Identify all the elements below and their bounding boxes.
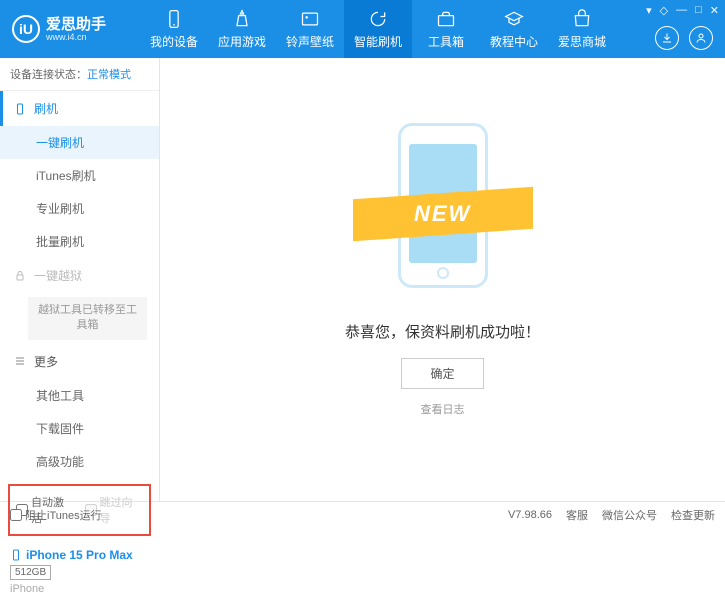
logo: iU 爱思助手 www.i4.cn [0,15,140,43]
sidebar-itunes-flash[interactable]: iTunes刷机 [0,159,159,192]
refresh-icon [367,8,389,30]
device-capacity: 512GB [10,565,51,580]
minimize-icon[interactable]: — [676,4,687,17]
nav-ringtones[interactable]: 铃声壁纸 [276,0,344,58]
skin-icon[interactable]: ◇ [660,4,668,17]
nav-my-device[interactable]: 我的设备 [140,0,208,58]
menu-icon[interactable]: ▾ [646,4,652,17]
main-content: NEW 恭喜您，保资料刷机成功啦！ 确定 查看日志 [160,58,725,501]
nav-tutorials[interactable]: 教程中心 [480,0,548,58]
toolbox-icon [435,8,457,30]
nav-store[interactable]: 爱思商城 [548,0,616,58]
view-log-link[interactable]: 查看日志 [421,401,465,417]
device-info: iPhone 15 Pro Max 512GB iPhone [0,542,159,605]
menu-icon [14,355,26,367]
logo-url: www.i4.cn [46,32,106,42]
ok-button[interactable]: 确定 [401,358,483,389]
maximize-icon[interactable]: □ [695,4,702,17]
jailbreak-note: 越狱工具已转移至工具箱 [28,297,147,340]
section-more[interactable]: 更多 [0,344,159,379]
logo-icon: iU [12,15,40,43]
nav-toolbox[interactable]: 工具箱 [412,0,480,58]
image-icon [299,8,321,30]
check-update-link[interactable]: 检查更新 [671,507,715,523]
customer-service-link[interactable]: 客服 [566,507,588,523]
phone-icon [10,549,22,561]
sidebar-oneclick-flash[interactable]: 一键刷机 [0,126,159,159]
download-button[interactable] [655,26,679,50]
header: iU 爱思助手 www.i4.cn 我的设备 应用游戏 铃声壁纸 智能刷机 工具… [0,0,725,58]
device-name: iPhone 15 Pro Max [26,548,133,562]
sidebar-batch-flash[interactable]: 批量刷机 [0,225,159,258]
logo-text: 爱思助手 [46,17,106,32]
wechat-link[interactable]: 微信公众号 [602,507,657,523]
version-label: V7.98.66 [508,509,552,521]
phone-icon [163,8,185,30]
nav-flash[interactable]: 智能刷机 [344,0,412,58]
connection-status: 设备连接状态：正常模式 [0,58,159,91]
nav-apps[interactable]: 应用游戏 [208,0,276,58]
device-type: iPhone [10,583,149,595]
store-icon [571,8,593,30]
apps-icon [231,8,253,30]
new-ribbon: NEW [353,186,533,241]
sidebar: 设备连接状态：正常模式 刷机 一键刷机 iTunes刷机 专业刷机 批量刷机 一… [0,58,160,501]
header-actions [655,26,713,50]
success-message: 恭喜您，保资料刷机成功啦！ [345,321,540,342]
user-button[interactable] [689,26,713,50]
lock-icon [14,270,26,282]
close-icon[interactable]: ✕ [710,4,719,17]
sidebar-pro-flash[interactable]: 专业刷机 [0,192,159,225]
top-nav: 我的设备 应用游戏 铃声壁纸 智能刷机 工具箱 教程中心 爱思商城 [140,0,616,58]
success-illustration: NEW [368,113,518,303]
graduation-icon [503,8,525,30]
section-flash[interactable]: 刷机 [0,91,159,126]
window-controls: ▾ ◇ — □ ✕ [646,4,719,17]
sidebar-advanced[interactable]: 高级功能 [0,445,159,478]
sidebar-other-tools[interactable]: 其他工具 [0,379,159,412]
block-itunes-checkbox[interactable]: 阻止iTunes运行 [10,507,102,523]
section-jailbreak[interactable]: 一键越狱 [0,258,159,293]
sidebar-download-firmware[interactable]: 下载固件 [0,412,159,445]
phone-icon [14,103,26,115]
